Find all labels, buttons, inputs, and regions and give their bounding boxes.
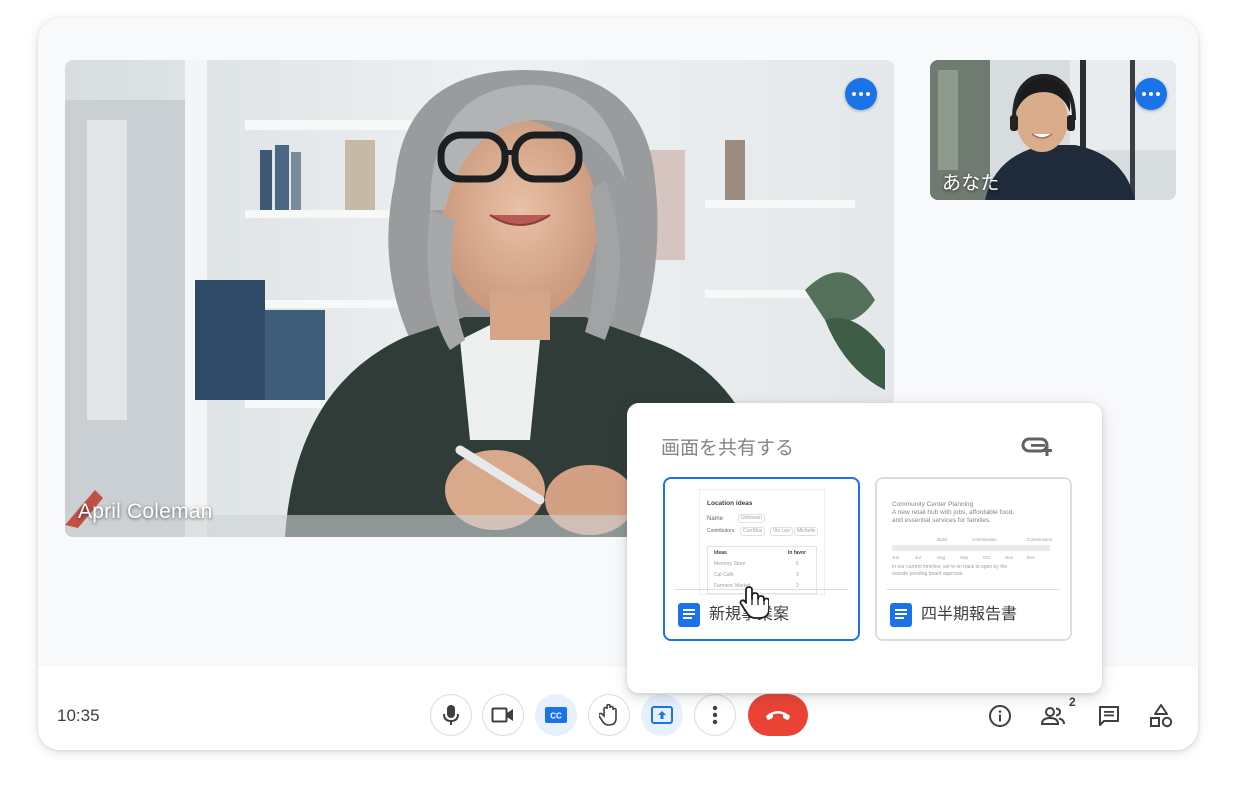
end-call-icon xyxy=(766,711,790,720)
raise-hand-icon xyxy=(599,704,617,726)
dot-icon xyxy=(866,92,870,96)
hand-cursor-icon xyxy=(739,586,769,619)
preview-table-header: Ideas xyxy=(714,550,727,556)
divider xyxy=(887,589,1060,590)
preview-phase: Build xyxy=(937,537,948,542)
camera-icon xyxy=(491,707,513,723)
dot-icon xyxy=(859,92,863,96)
raise-hand-button[interactable] xyxy=(588,694,630,736)
preview-table-header: In favor xyxy=(788,550,807,556)
preview-phase: Commission xyxy=(972,537,997,542)
activities-button[interactable] xyxy=(1147,702,1175,730)
mic-icon xyxy=(443,705,459,725)
info-icon xyxy=(989,705,1011,727)
dot-icon xyxy=(1156,92,1160,96)
preview-subtitle: and essential services for families. xyxy=(892,517,991,524)
present-button[interactable] xyxy=(641,694,683,736)
preview-note: In our current timeline, we're on track … xyxy=(892,564,1008,570)
participants-count-badge: 2 xyxy=(1069,695,1076,709)
document-icon xyxy=(678,603,700,627)
preview-subtitle: A new retail hub with jobs, affordable f… xyxy=(892,509,1015,516)
window-preview: Location ideas Name Unknown Contributors… xyxy=(699,489,825,595)
captions-button[interactable]: CC xyxy=(535,694,577,736)
window-preview: Community Center Planning A new retail h… xyxy=(877,479,1070,589)
preview-note: outside pending board approval. xyxy=(892,571,964,577)
preview-chip: Michelle xyxy=(794,527,819,536)
preview-month: Jun xyxy=(892,555,900,560)
share-window-option[interactable]: Location ideas Name Unknown Contributors… xyxy=(663,477,860,641)
captions-icon: CC xyxy=(545,707,567,723)
people-button[interactable] xyxy=(1039,702,1067,730)
self-name-label: あなた xyxy=(942,173,1000,194)
preview-chip: Unknown xyxy=(738,514,765,523)
activities-icon xyxy=(1150,704,1173,728)
preview-table-cell: 3 xyxy=(796,572,799,578)
meeting-info-button[interactable] xyxy=(986,702,1014,730)
tile-more-options-button[interactable] xyxy=(845,78,877,110)
participant-name-label: April Coleman xyxy=(78,500,213,523)
share-window-option[interactable]: Community Center Planning A new retail h… xyxy=(875,477,1072,641)
dot-icon xyxy=(1149,92,1153,96)
preview-chip: Vin Lee xyxy=(770,527,793,536)
mic-button[interactable] xyxy=(430,694,472,736)
preview-phase: Construction xyxy=(1027,537,1053,542)
preview-month: Aug xyxy=(937,555,946,560)
svg-text:CC: CC xyxy=(550,712,562,721)
dot-icon xyxy=(1142,92,1146,96)
self-tile-more-options-button[interactable] xyxy=(1135,78,1167,110)
preview-month: Oct xyxy=(983,555,991,560)
end-call-button[interactable] xyxy=(748,694,808,736)
preview-month: Dec xyxy=(1027,555,1036,560)
camera-button[interactable] xyxy=(482,694,524,736)
preview-row-label: Name xyxy=(707,516,724,522)
present-icon xyxy=(651,706,673,724)
preview-table-cell: Cat Café xyxy=(714,572,734,578)
share-screen-panel: 画面を共有する Location ideas Name Unknown Cont… xyxy=(627,403,1102,693)
add-window-icon[interactable] xyxy=(1019,435,1055,461)
share-window-label: 四半期報告書 xyxy=(921,606,1018,623)
preview-month: Jul xyxy=(915,555,921,560)
preview-timeline-bar xyxy=(892,545,1050,551)
meeting-time: 10:35 xyxy=(57,706,100,725)
share-panel-title: 画面を共有する xyxy=(661,438,795,459)
preview-month: Nov xyxy=(1005,555,1014,560)
preview-heading: Location ideas xyxy=(707,500,753,507)
preview-table-cell: 5 xyxy=(796,561,799,567)
preview-chip: CurrMus xyxy=(740,527,766,536)
self-video-tile[interactable]: あなた xyxy=(930,60,1176,200)
preview-row-label: Contributors xyxy=(707,528,735,534)
preview-table-cell: Memory Store xyxy=(714,561,746,567)
preview-title: Community Center Planning xyxy=(892,501,974,508)
people-icon xyxy=(1040,707,1065,725)
preview-month: Sep xyxy=(960,555,969,560)
chat-button[interactable] xyxy=(1095,702,1123,730)
chat-icon xyxy=(1099,706,1119,726)
dot-icon xyxy=(852,92,856,96)
more-vert-icon xyxy=(712,705,718,725)
more-options-button[interactable] xyxy=(694,694,736,736)
document-icon xyxy=(890,603,912,627)
